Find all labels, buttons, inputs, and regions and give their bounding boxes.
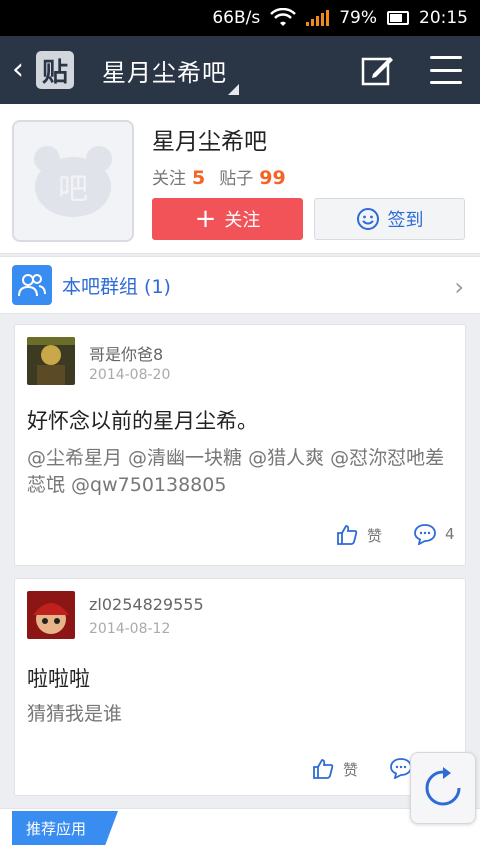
recommend-section: 推荐应用 [0, 808, 480, 854]
follow-count: 5 [192, 167, 206, 189]
battery-icon [387, 11, 409, 25]
smiley-icon [356, 208, 379, 230]
forum-group-row[interactable]: 本吧群组 (1) › [0, 256, 480, 314]
follow-label: 关注 [152, 169, 186, 189]
comment-icon [414, 524, 436, 545]
like-button[interactable]: 赞 [311, 757, 358, 781]
like-label: 赞 [367, 526, 383, 545]
post-title: 好怀念以前的星月尘希。 [27, 409, 258, 433]
comment-button[interactable]: 4 [413, 523, 455, 545]
wifi-icon [270, 8, 297, 26]
like-label: 赞 [343, 760, 359, 779]
post-author[interactable]: zl0254829555 [89, 595, 204, 614]
thumbs-up-icon [313, 759, 334, 779]
refresh-button[interactable] [410, 752, 476, 824]
menu-icon[interactable] [430, 56, 462, 84]
plus-icon: + [194, 204, 217, 234]
forum-profile: 吧 星月尘希吧 关注 5 贴子 99 + 关注 签到 [0, 104, 480, 254]
forum-stats: 关注 5 贴子 99 [152, 164, 300, 189]
recommend-tab[interactable]: 推荐应用 [12, 811, 118, 845]
chevron-right-icon: › [454, 273, 464, 301]
status-bar: 66B/s 79% 20:15 [0, 0, 480, 36]
posts-label: 贴子 [219, 169, 254, 189]
user-avatar[interactable] [27, 591, 75, 639]
posts-count: 99 [259, 167, 286, 189]
edit-icon[interactable] [360, 53, 394, 87]
forum-avatar: 吧 [12, 120, 134, 242]
signin-button[interactable]: 签到 [314, 198, 465, 240]
battery-percent: 79% [339, 8, 377, 28]
post-body: @尘希星月 @清幽一块糖 @猎人爽 @怼沵怼吔差蕊氓 @qw750138805 [27, 447, 445, 496]
post-date: 2014-08-20 [89, 367, 171, 383]
post-item[interactable]: 哥是你爸8 2014-08-20 好怀念以前的星月尘希。 @尘希星月 @清幽一块… [14, 324, 466, 566]
refresh-icon [425, 767, 461, 806]
post-body: 猜猜我是谁 [27, 703, 123, 725]
header-title[interactable]: 星月尘希吧 [102, 53, 227, 88]
follow-button-label: 关注 [224, 210, 261, 231]
tieba-logo[interactable]: 贴 [36, 51, 74, 89]
post-title: 啦啦啦 [27, 667, 90, 691]
user-avatar[interactable] [27, 337, 75, 385]
post-item[interactable]: zl0254829555 2014-08-12 啦啦啦 猜猜我是谁 赞 [14, 578, 466, 796]
bear-placeholder-icon: 吧 [34, 146, 112, 217]
back-icon[interactable]: ‹ [12, 55, 32, 85]
title-dropdown-caret-icon[interactable] [228, 84, 239, 95]
network-speed: 66B/s [212, 8, 261, 28]
clock: 20:15 [419, 8, 468, 28]
forum-name: 星月尘希吧 [152, 129, 267, 155]
thumbs-up-icon [337, 525, 358, 545]
signin-button-label: 签到 [387, 210, 424, 231]
comment-count: 4 [445, 525, 455, 543]
top-header: ‹ 贴 星月尘希吧 [0, 36, 480, 104]
post-date: 2014-08-12 [89, 621, 171, 637]
signal-icon [306, 10, 330, 26]
group-label: 本吧群组 (1) [62, 275, 171, 298]
like-button[interactable]: 赞 [335, 523, 382, 547]
post-author[interactable]: 哥是你爸8 [89, 341, 163, 365]
svg-text:吧: 吧 [58, 172, 88, 207]
follow-button[interactable]: + 关注 [152, 198, 303, 240]
people-icon [12, 265, 52, 305]
